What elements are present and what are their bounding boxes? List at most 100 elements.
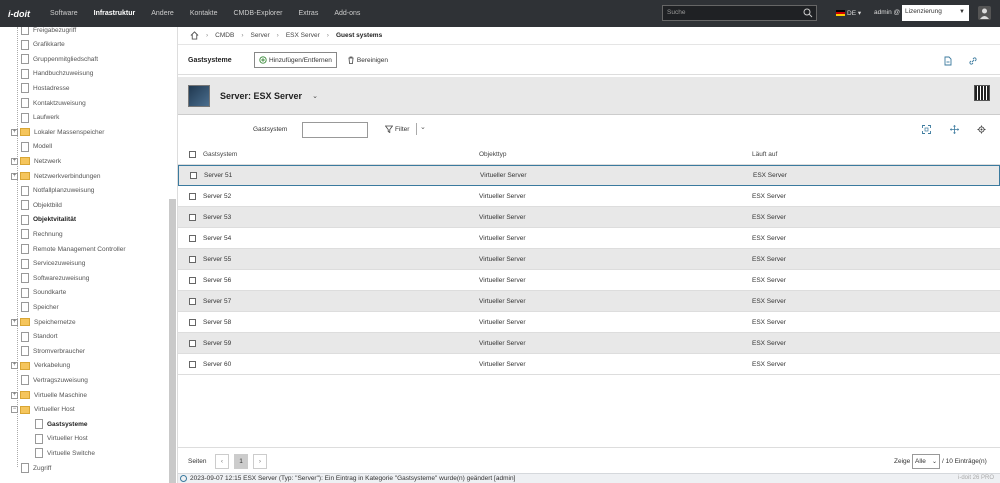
sidebar-item[interactable]: Speicher [21, 300, 59, 314]
sidebar-item[interactable]: Kontaktzuweisung [21, 96, 86, 110]
clean-button[interactable]: Bereinigen [342, 52, 392, 68]
sidebar-item[interactable]: + Netzwerkverbindungen [11, 169, 100, 183]
table-row[interactable]: Server 55 Virtueller Server ESX Server [178, 249, 1000, 270]
sidebar-item[interactable]: Virtueller Host [35, 432, 88, 446]
nav-extras[interactable]: Extras [298, 10, 318, 17]
header-laeuft-auf[interactable]: Läuft auf [752, 151, 777, 158]
sidebar-item[interactable]: Softwarezuweisung [21, 271, 89, 285]
move-icon[interactable] [950, 125, 959, 134]
collapse-icon[interactable]: − [11, 406, 18, 414]
search-icon[interactable] [803, 8, 813, 18]
sidebar-item[interactable]: Stromverbraucher [21, 344, 85, 358]
select-all-checkbox[interactable] [189, 151, 196, 158]
sidebar-item[interactable]: Rechnung [21, 227, 63, 241]
expand-icon[interactable]: + [11, 128, 18, 136]
home-icon[interactable] [190, 31, 199, 40]
qr-code-icon[interactable] [974, 85, 990, 101]
link-icon[interactable] [968, 56, 978, 66]
table-row[interactable]: Server 60 Virtueller Server ESX Server [178, 354, 1000, 375]
row-checkbox[interactable] [190, 172, 197, 179]
expand-icon[interactable]: + [11, 172, 18, 180]
logo[interactable]: i-doit [0, 9, 40, 19]
chevron-down-icon[interactable]: ⌄ [312, 92, 318, 100]
row-checkbox[interactable] [189, 297, 196, 305]
nav-cmdb-explorer[interactable]: CMDB-Explorer [233, 10, 282, 17]
language-selector[interactable]: DE ▾ [836, 9, 861, 17]
table-footer: Seiten ‹ 1 › Zeige Alle ⌄ / 10 Einträge(… [178, 447, 1000, 473]
sidebar-scrollbar[interactable] [169, 199, 176, 483]
nav-kontakte[interactable]: Kontakte [190, 10, 218, 17]
sidebar-item[interactable]: Remote Management Controller [21, 242, 126, 256]
sidebar-item[interactable]: + Speichernetze [11, 315, 76, 329]
sidebar-item[interactable]: Hostadresse [21, 81, 70, 95]
breadcrumb-esx-server[interactable]: ESX Server [286, 32, 320, 39]
folder-icon [20, 361, 30, 370]
filter-button[interactable]: Filter [385, 125, 409, 133]
sidebar-item[interactable]: Objektbild [21, 198, 62, 212]
nav-infrastruktur[interactable]: Infrastruktur [94, 10, 136, 17]
sidebar-item[interactable]: Gastsysteme [35, 417, 87, 431]
sidebar-item[interactable]: Soundkarte [21, 286, 66, 300]
sidebar-item[interactable]: Handbuchzuweisung [21, 67, 93, 81]
nav-andere[interactable]: Andere [151, 10, 174, 17]
row-checkbox[interactable] [189, 276, 196, 284]
table-row[interactable]: Server 53 Virtueller Server ESX Server [178, 207, 1000, 228]
prev-page-button[interactable]: ‹ [215, 454, 229, 469]
sidebar-item[interactable]: Modell [21, 140, 52, 154]
row-checkbox[interactable] [189, 339, 196, 347]
sidebar-item[interactable]: Zugriff [21, 461, 51, 475]
sidebar-item[interactable]: Objektvitalität [21, 213, 76, 227]
sidebar-item[interactable]: + Virtuelle Maschine [11, 388, 87, 402]
sidebar-item[interactable]: + Lokaler Massenspeicher [11, 125, 104, 139]
fullscreen-icon[interactable] [922, 125, 931, 134]
header-gastsystem[interactable]: Gastsystem [203, 151, 237, 158]
row-checkbox[interactable] [189, 318, 196, 326]
expand-icon[interactable]: + [11, 157, 18, 165]
table-row[interactable]: Server 54 Virtueller Server ESX Server [178, 228, 1000, 249]
sidebar-item[interactable]: Notfallplanzuweisung [21, 184, 94, 198]
nav-add-ons[interactable]: Add-ons [334, 10, 360, 17]
sidebar-item[interactable]: Gruppenmitgliedschaft [21, 52, 98, 66]
row-checkbox[interactable] [189, 234, 196, 242]
row-checkbox[interactable] [189, 213, 196, 221]
nav-software[interactable]: Software [50, 10, 78, 17]
header-objekttyp[interactable]: Objekttyp [479, 151, 506, 158]
sidebar-item[interactable]: + Verkabelung [11, 359, 70, 373]
next-page-button[interactable]: › [253, 454, 267, 469]
object-header: Server: ESX Server ⌄ [178, 77, 1000, 115]
chevron-right-icon: › [326, 32, 329, 39]
table-row[interactable]: Server 51 Virtueller Server ESX Server [178, 165, 1000, 186]
add-remove-button[interactable]: Hinzufügen/Entfernen [254, 52, 337, 68]
row-checkbox[interactable] [189, 360, 196, 368]
table-row[interactable]: Server 52 Virtueller Server ESX Server [178, 186, 1000, 207]
gear-icon[interactable] [977, 125, 986, 134]
page-1-button[interactable]: 1 [234, 454, 248, 469]
table-row[interactable]: Server 58 Virtueller Server ESX Server [178, 312, 1000, 333]
expand-icon[interactable]: + [11, 318, 18, 326]
sidebar-item[interactable]: + Netzwerk [11, 154, 61, 168]
print-icon[interactable] [943, 56, 953, 66]
table-row[interactable]: Server 57 Virtueller Server ESX Server [178, 291, 1000, 312]
chevron-down-icon[interactable]: ⌄ [416, 123, 426, 135]
expand-icon[interactable]: + [11, 391, 18, 399]
user-icon[interactable] [978, 6, 991, 20]
expand-icon[interactable]: + [11, 362, 18, 370]
breadcrumb-server[interactable]: Server [250, 32, 269, 39]
sidebar-item[interactable]: Laufwerk [21, 111, 59, 125]
tenant-select[interactable]: Lizenzierung ▼ [902, 5, 969, 21]
gastsystem-filter-input[interactable] [302, 122, 368, 138]
row-checkbox[interactable] [189, 255, 196, 263]
table-row[interactable]: Server 56 Virtueller Server ESX Server [178, 270, 1000, 291]
page-size-select[interactable]: Alle ⌄ [912, 454, 940, 469]
sidebar-item[interactable]: Vertragszuweisung [21, 373, 88, 387]
breadcrumb-cmdb[interactable]: CMDB [215, 32, 234, 39]
search-input[interactable]: Suche [662, 5, 817, 21]
sidebar-item[interactable]: Servicezuweisung [21, 257, 85, 271]
row-checkbox[interactable] [189, 192, 196, 200]
sidebar-item[interactable]: Grafikkarte [21, 38, 65, 52]
sidebar-item[interactable]: Standort [21, 330, 58, 344]
sidebar-item[interactable]: Virtuelle Switche [35, 446, 95, 460]
sidebar-item[interactable]: − Virtueller Host [11, 403, 75, 417]
sidebar-item[interactable]: Freigabezugriff [21, 27, 76, 37]
table-row[interactable]: Server 59 Virtueller Server ESX Server [178, 333, 1000, 354]
